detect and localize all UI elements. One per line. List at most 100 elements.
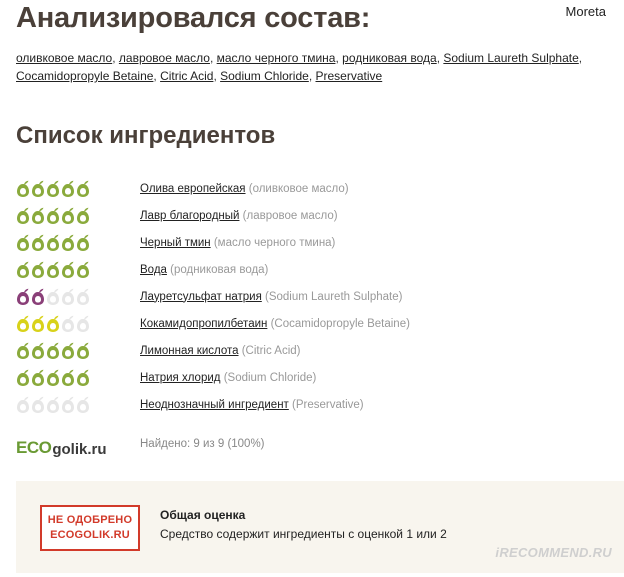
rating-drop-icon (32, 234, 44, 251)
ingredient-rating (16, 207, 140, 225)
stamp-line-2: ECOGOLIK.RU (50, 529, 130, 541)
ingredient-row: Олива европейская (оливковое масло) (16, 175, 616, 202)
rating-drop-icon (32, 396, 44, 413)
ingredient-row: Черный тмин (масло черного тмина) (16, 229, 616, 256)
rating-drop-icon (77, 180, 89, 197)
rating-drop-icon (77, 369, 89, 386)
rating-drop-icon (47, 288, 59, 305)
analyzed-ingredient-link[interactable]: масло черного тмина (217, 51, 336, 65)
ingredient-name-link[interactable]: Черный тмин (140, 237, 211, 249)
rating-drop-icon (62, 315, 74, 332)
ingredient-name-link[interactable]: Вода (140, 264, 167, 276)
rating-drop-icon (77, 234, 89, 251)
verdict-title: Общая оценка (160, 508, 246, 522)
analyzed-ingredients: оливковое масло, лавровое масло, масло ч… (16, 51, 583, 83)
page-title: Анализировался состав: (16, 2, 371, 34)
rating-drop-icon (17, 342, 29, 359)
logo-eco-text: ECO (16, 438, 52, 457)
ingredient-text: Лимонная кислота (Citric Acid) (140, 345, 301, 357)
analyzed-ingredient-link[interactable]: лавровое масло (119, 51, 210, 65)
ingredient-name-link[interactable]: Олива европейская (140, 183, 246, 195)
ingredient-rating (16, 396, 140, 414)
rating-drop-icon (47, 396, 59, 413)
rating-drop-icon (62, 261, 74, 278)
rating-drop-icon (62, 369, 74, 386)
ecogolik-logo: ECO golik.ru (16, 422, 107, 458)
ingredient-original-name: (лавровое масло) (242, 209, 338, 222)
ingredient-text: Лавр благородный (лавровое масло) (140, 210, 338, 222)
ingredient-text: Натрия хлорид (Sodium Chloride) (140, 372, 316, 384)
rating-drop-icon (32, 180, 44, 197)
ingredient-name-link[interactable]: Натрия хлорид (140, 372, 220, 384)
ingredient-text: Вода (родниковая вода) (140, 264, 268, 276)
ingredient-text: Лауретсульфат натрия (Sodium Laureth Sul… (140, 291, 402, 303)
rating-drop-icon (77, 396, 89, 413)
rating-drop-icon (32, 288, 44, 305)
rating-drop-icon (47, 369, 59, 386)
analyzed-ingredient-link[interactable]: Preservative (316, 69, 383, 83)
rating-drop-icon (47, 180, 59, 197)
ingredient-row: Лауретсульфат натрия (Sodium Laureth Sul… (16, 283, 616, 310)
ingredient-name-link[interactable]: Неоднозначный ингредиент (140, 399, 289, 411)
found-count: Найдено: 9 из 9 (100%) (140, 438, 265, 450)
ingredient-original-name: (родниковая вода) (170, 263, 269, 276)
logo-golik-text: golik.ru (52, 441, 107, 458)
stamp-line-1: НЕ ОДОБРЕНО (47, 514, 133, 526)
analyzed-ingredient-link[interactable]: родниковая вода (342, 51, 437, 65)
ingredient-rating (16, 261, 140, 279)
rating-drop-icon (47, 234, 59, 251)
ingredient-original-name: (Preservative) (292, 398, 364, 411)
ingredient-text: Олива европейская (оливковое масло) (140, 183, 349, 195)
ingredient-text: Черный тмин (масло черного тмина) (140, 237, 335, 249)
ingredient-row: Неоднозначный ингредиент (Preservative) (16, 391, 616, 418)
ingredient-original-name: (масло черного тмина) (213, 236, 336, 249)
rating-drop-icon (17, 315, 29, 332)
rating-drop-icon (77, 315, 89, 332)
rating-drop-icon (77, 288, 89, 305)
ingredient-original-name: (Cocamidopropyle Betaine) (270, 317, 410, 330)
ingredient-rating (16, 288, 140, 306)
ingredient-list: Олива европейская (оливковое масло) Лавр … (16, 175, 616, 418)
author-name[interactable]: Moreta (566, 4, 606, 19)
analyzed-ingredient-link[interactable]: Citric Acid (160, 69, 213, 83)
ingredient-row: Вода (родниковая вода) (16, 256, 616, 283)
ingredient-original-name: (Sodium Chloride) (223, 371, 317, 384)
analyzed-ingredient-link[interactable]: Sodium Laureth Sulphate (443, 51, 578, 65)
analyzed-ingredient-link[interactable]: Cocamidopropyle Betaine (16, 69, 153, 83)
rating-drop-icon (17, 261, 29, 278)
rating-drop-icon (77, 207, 89, 224)
rating-drop-icon (62, 288, 74, 305)
ingredient-text: Кокамидопропилбетаин (Cocamidopropyle Be… (140, 318, 410, 330)
rating-drop-icon (17, 369, 29, 386)
ingredient-name-link[interactable]: Лавр благородный (140, 210, 239, 222)
not-approved-stamp: НЕ ОДОБРЕНО ECOGOLIK.RU (40, 505, 140, 551)
rating-drop-icon (77, 261, 89, 278)
analyzed-ingredient-link[interactable]: Sodium Chloride (220, 69, 309, 83)
ingredient-name-link[interactable]: Кокамидопропилбетаин (140, 318, 267, 330)
rating-drop-icon (32, 261, 44, 278)
verdict-text: Средство содержит ингредиенты с оценкой … (160, 527, 447, 541)
rating-drop-icon (62, 396, 74, 413)
ingredient-row: Лимонная кислота (Citric Acid) (16, 337, 616, 364)
rating-drop-icon (17, 396, 29, 413)
ingredient-rating (16, 234, 140, 252)
rating-drop-icon (32, 369, 44, 386)
rating-drop-icon (17, 234, 29, 251)
watermark: iRECOMMEND.RU (495, 545, 612, 560)
verdict-panel: НЕ ОДОБРЕНО ECOGOLIK.RU Общая оценка Сре… (16, 481, 624, 573)
rating-drop-icon (62, 342, 74, 359)
ingredients-title: Список ингредиентов (16, 122, 276, 149)
rating-drop-icon (17, 207, 29, 224)
rating-drop-icon (17, 288, 29, 305)
rating-drop-icon (62, 234, 74, 251)
ingredient-rating (16, 342, 140, 360)
analyzed-ingredient-link[interactable]: оливковое масло (16, 51, 112, 65)
ingredient-row: Натрия хлорид (Sodium Chloride) (16, 364, 616, 391)
rating-drop-icon (17, 180, 29, 197)
ingredient-rating (16, 180, 140, 198)
ingredient-row: Кокамидопропилбетаин (Cocamidopropyle Be… (16, 310, 616, 337)
ingredient-name-link[interactable]: Лимонная кислота (140, 345, 239, 357)
ingredient-row: Лавр благородный (лавровое масло) (16, 202, 616, 229)
ingredient-text: Неоднозначный ингредиент (Preservative) (140, 399, 364, 411)
ingredient-name-link[interactable]: Лауретсульфат натрия (140, 291, 262, 303)
